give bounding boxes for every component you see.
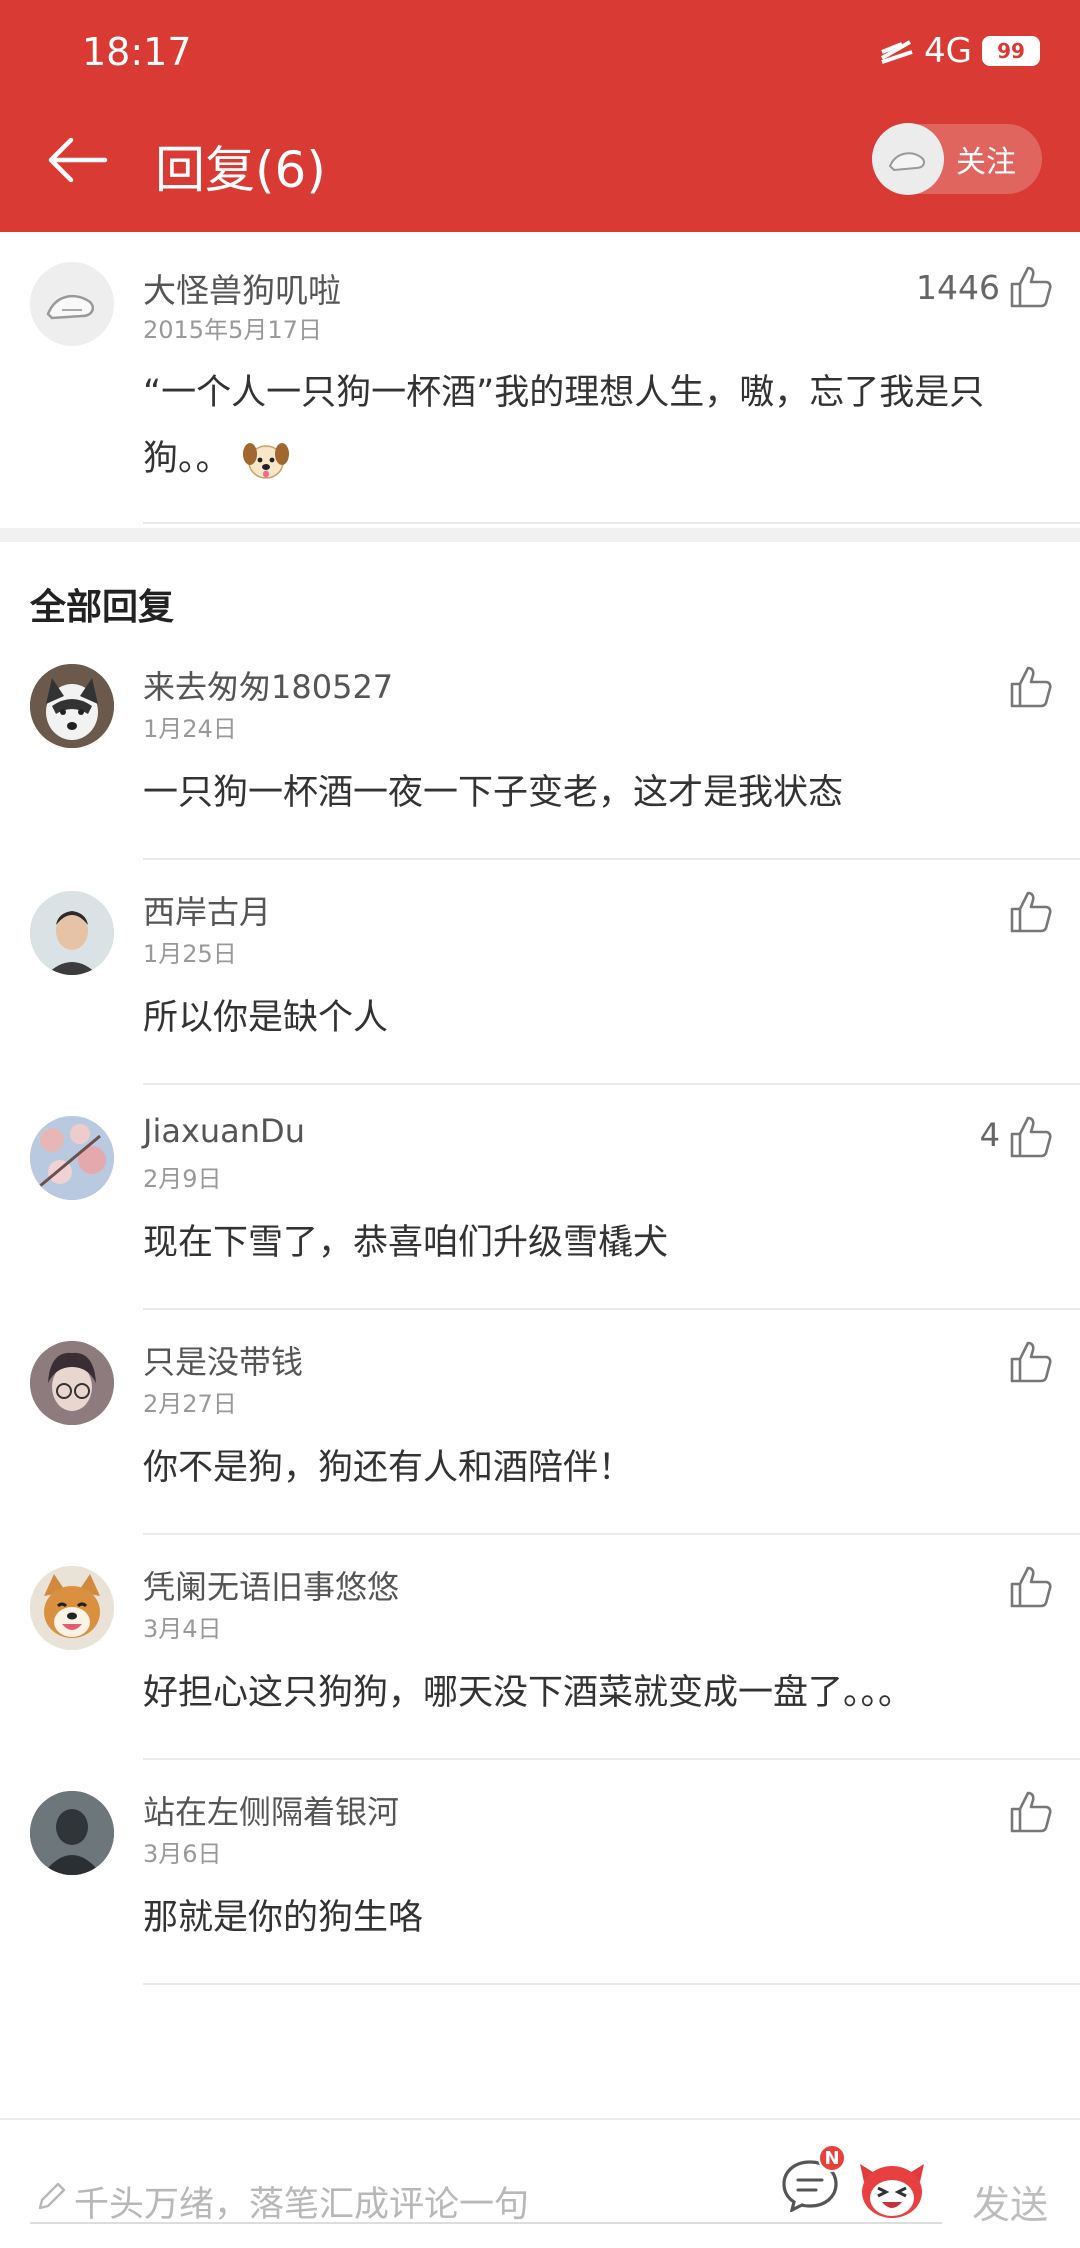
person-avatar-icon xyxy=(30,891,114,975)
reply-text: 好担心这只狗狗，哪天没下酒菜就变成一盘了。。。 xyxy=(143,1673,914,1713)
pen-icon xyxy=(38,2182,66,2210)
reply-item: 站在左侧隔着银河 3月6日 那就是你的狗生咯 xyxy=(0,1787,1080,2012)
divider xyxy=(143,1083,1080,1085)
divider xyxy=(143,1983,1080,1985)
author-avatar xyxy=(872,123,944,195)
avatar[interactable] xyxy=(30,664,114,748)
arrow-left-icon xyxy=(48,137,108,183)
reply-username[interactable]: JiaxuanDu xyxy=(143,1112,305,1150)
reply-username[interactable]: 只是没带钱 xyxy=(143,1337,303,1383)
reply-text: 那就是你的狗生咯 xyxy=(143,1898,424,1938)
network-type: 4G xyxy=(924,31,972,71)
avatar[interactable] xyxy=(30,1341,114,1425)
comment-username[interactable]: 大怪兽狗叽啦 xyxy=(143,264,341,312)
reply-text: 你不是狗，狗还有人和酒陪伴！ xyxy=(143,1448,634,1488)
thumbs-up-icon[interactable] xyxy=(1006,262,1054,310)
reply-item: 凭阑无语旧事悠悠 3月4日 好担心这只狗狗，哪天没下酒菜就变成一盘了。。。 xyxy=(0,1562,1080,1787)
reply-date: 2月9日 xyxy=(143,1165,222,1193)
follow-label: 关注 xyxy=(956,145,1016,180)
hand-icon xyxy=(888,152,925,172)
reply-username[interactable]: 凭阑无语旧事悠悠 xyxy=(143,1562,399,1608)
reply-date: 3月4日 xyxy=(143,1615,222,1643)
avatar[interactable] xyxy=(30,891,114,975)
reply-date: 1月24日 xyxy=(143,715,237,743)
thumbs-up-icon[interactable] xyxy=(1006,887,1054,935)
divider xyxy=(143,522,1080,524)
divider xyxy=(143,1758,1080,1760)
thumbs-up-icon[interactable] xyxy=(1006,1787,1054,1835)
reply-username[interactable]: 站在左侧隔着银河 xyxy=(143,1787,399,1833)
follow-button[interactable]: 关注 xyxy=(872,123,1042,195)
reply-date: 2月27日 xyxy=(143,1390,237,1418)
person-avatar-icon xyxy=(30,1791,114,1875)
reply-item: 西岸古月 1月25日 所以你是缺个人 xyxy=(0,887,1080,1112)
battery-level: 99 xyxy=(997,39,1025,63)
main-comment: 大怪兽狗叽啦 2015年5月17日 1446 “一个人一只狗一杯酒”我的理想人生… xyxy=(0,232,1080,528)
thumbs-up-icon[interactable] xyxy=(1006,1112,1054,1160)
back-button[interactable] xyxy=(42,128,112,192)
section-divider xyxy=(0,528,1080,542)
page-title: 回复(6) xyxy=(155,141,326,199)
comment-text: “一个人一只狗一杯酒”我的理想人生，嗷，忘了我是只狗。。 xyxy=(143,360,1043,492)
like-count: 4 xyxy=(979,1116,1000,1154)
header-bar: 18:17 4G 99 回复(6) 关注 xyxy=(0,0,1080,232)
hand-icon xyxy=(46,294,94,320)
comment-date: 2015年5月17日 xyxy=(143,316,322,344)
status-icons: 4G 99 xyxy=(880,28,1040,74)
divider xyxy=(143,858,1080,860)
reply-text: 现在下雪了，恭喜咱们升级雪橇犬 xyxy=(143,1223,669,1263)
comment-input[interactable]: 千头万绪，落笔汇成评论一句 xyxy=(74,2176,529,2227)
signal-icon xyxy=(881,40,913,64)
like-count: 1446 xyxy=(916,268,1000,307)
avatar[interactable] xyxy=(30,262,114,346)
avatar[interactable] xyxy=(30,1116,114,1200)
mascot-icon[interactable] xyxy=(856,2156,928,2220)
thumbs-up-icon[interactable] xyxy=(1006,1337,1054,1385)
thumbs-up-icon[interactable] xyxy=(1006,662,1054,710)
divider xyxy=(143,1533,1080,1535)
avatar[interactable] xyxy=(30,1566,114,1650)
dog-face-emoji-icon xyxy=(242,443,289,479)
reply-username[interactable]: 来去匆匆180527 xyxy=(143,662,393,708)
reply-item: JiaxuanDu 2月9日 现在下雪了，恭喜咱们升级雪橇犬 4 xyxy=(0,1112,1080,1337)
reply-item: 只是没带钱 2月27日 你不是狗，狗还有人和酒陪伴！ xyxy=(0,1337,1080,1562)
blossom-avatar-icon xyxy=(30,1116,114,1200)
reply-text: 所以你是缺个人 xyxy=(143,998,389,1038)
shiba-avatar-icon xyxy=(30,1566,114,1650)
reply-date: 1月25日 xyxy=(143,940,237,968)
divider xyxy=(143,1308,1080,1310)
reply-username[interactable]: 西岸古月 xyxy=(143,887,271,933)
status-time: 18:17 xyxy=(82,30,192,74)
avatar[interactable] xyxy=(30,1791,114,1875)
send-button[interactable]: 发送 xyxy=(972,2174,1048,2229)
reply-date: 3月6日 xyxy=(143,1840,222,1868)
person-avatar-icon xyxy=(30,1341,114,1425)
reply-text: 一只狗一杯酒一夜一下子变老，这才是我状态 xyxy=(143,773,844,813)
husky-avatar-icon xyxy=(30,664,114,748)
thumbs-up-icon[interactable] xyxy=(1006,1562,1054,1610)
battery-icon: 99 xyxy=(982,36,1040,66)
input-underline xyxy=(30,2222,942,2224)
notification-badge: N xyxy=(818,2144,846,2172)
reply-item: 来去匆匆180527 1月24日 一只狗一杯酒一夜一下子变老，这才是我状态 xyxy=(0,662,1080,887)
comment-input-bar: 千头万绪，落笔汇成评论一句 N 发送 xyxy=(0,2118,1080,2248)
section-title: 全部回复 xyxy=(30,587,175,628)
